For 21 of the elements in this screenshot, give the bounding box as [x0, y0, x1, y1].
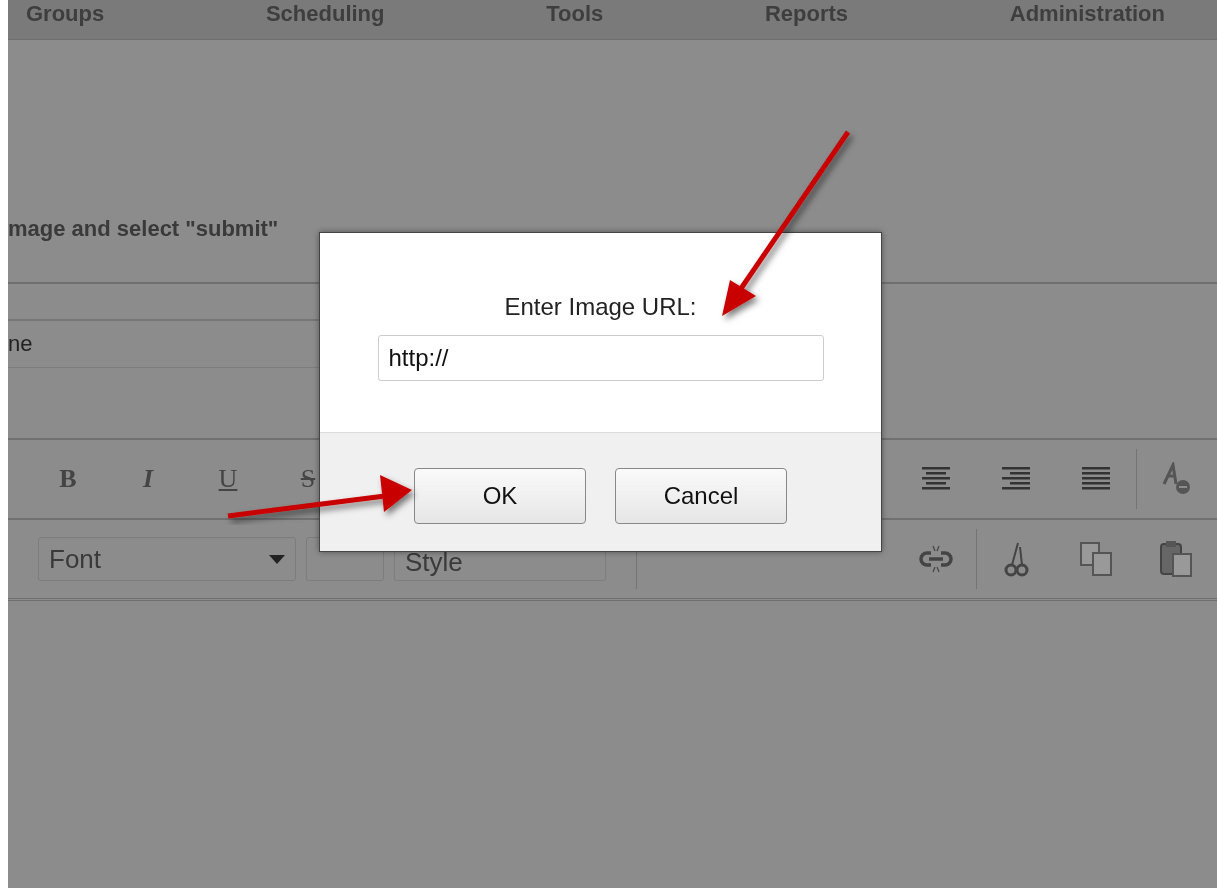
copy-icon[interactable]	[1079, 541, 1115, 577]
instruction-text: mage and select "submit"	[8, 215, 280, 243]
bold-button[interactable]: B	[28, 457, 108, 501]
underline-button[interactable]: U	[188, 457, 268, 501]
url-input[interactable]: http://	[377, 335, 824, 381]
nav-item[interactable]: Administration	[1009, 3, 1165, 39]
nav-item[interactable]: Reports	[764, 3, 849, 39]
nav-item[interactable]: Scheduling	[265, 3, 385, 39]
italic-button[interactable]: I	[108, 457, 188, 501]
dialog-label: Enter Image URL:	[504, 293, 697, 321]
nav-item[interactable]: Tools	[546, 3, 604, 39]
cancel-button[interactable]: Cancel	[615, 468, 787, 524]
strike-button[interactable]: S	[268, 457, 348, 501]
paste-icon[interactable]	[1159, 540, 1195, 578]
nav-item[interactable]: Groups	[26, 3, 105, 39]
caret-icon	[269, 554, 285, 564]
font-dropdown[interactable]: Font	[38, 537, 296, 581]
ok-button[interactable]: OK	[414, 468, 586, 524]
unlink-icon[interactable]	[919, 544, 953, 574]
remove-format-icon[interactable]	[1161, 462, 1193, 496]
scissors-icon[interactable]	[1004, 541, 1030, 577]
